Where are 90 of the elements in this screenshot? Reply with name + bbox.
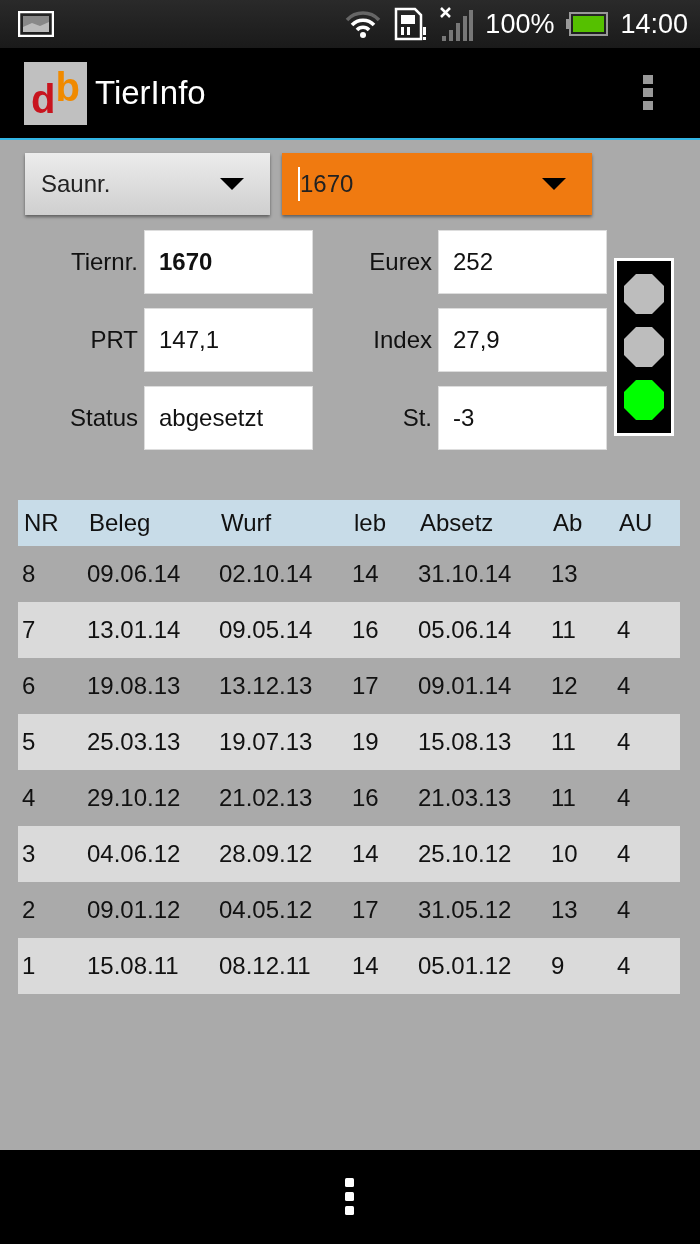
table-cell: 7 [18, 602, 83, 658]
table-cell: 13.12.13 [215, 658, 348, 714]
column-header: Absetz [414, 500, 547, 546]
sim-card-alert-icon [393, 7, 428, 41]
dropdown[interactable]: Saunr. [25, 153, 270, 215]
table-cell: 15.08.11 [83, 938, 215, 994]
table-cell: 8 [18, 546, 83, 602]
column-header: Beleg [83, 500, 215, 546]
table-cell: 02.10.14 [215, 546, 348, 602]
table-cell: 17 [348, 658, 414, 714]
table-cell: 19.07.13 [215, 714, 348, 770]
table-cell: 9 [547, 938, 613, 994]
table-cell: 4 [613, 770, 680, 826]
column-header: leb [348, 500, 414, 546]
table-cell: 09.05.14 [215, 602, 348, 658]
text-field[interactable]: 27,9 [438, 308, 607, 372]
table-cell: 16 [348, 602, 414, 658]
text-field[interactable]: -3 [438, 386, 607, 450]
battery-icon [566, 12, 609, 36]
table-cell: 14 [348, 546, 414, 602]
table-cell: 13.01.14 [83, 602, 215, 658]
table-cell: 21.03.13 [414, 770, 547, 826]
table-cell: 4 [613, 658, 680, 714]
field-label: St. [401, 404, 433, 432]
field-label: PRT [89, 326, 139, 354]
column-header: Wurf [215, 500, 348, 546]
app-title: TierInfo [95, 74, 206, 112]
table-cell: 05.06.14 [414, 602, 547, 658]
clock: 14:00 [620, 8, 688, 40]
field-label: Tiernr. [69, 248, 139, 276]
table-cell: 19.08.13 [83, 658, 215, 714]
dropdown[interactable]: 1670 [282, 153, 592, 215]
table-cell: 31.05.12 [414, 882, 547, 938]
text-field[interactable]: 252 [438, 230, 607, 294]
table-cell: 4 [613, 602, 680, 658]
table-cell: 12 [547, 658, 613, 714]
picture-notification-icon [18, 11, 54, 37]
table-cell: 09.01.12 [83, 882, 215, 938]
dropdown-arrow-icon [542, 178, 566, 190]
table-cell: 11 [547, 770, 613, 826]
field-label: Eurex [368, 248, 433, 276]
table-cell: 09.06.14 [83, 546, 215, 602]
table-cell: 29.10.12 [83, 770, 215, 826]
table-cell: 21.02.13 [215, 770, 348, 826]
text-field[interactable]: abgesetzt [144, 386, 313, 450]
field-label: Index [372, 326, 433, 354]
battery-percentage: 100% [485, 8, 555, 40]
overflow-menu-icon[interactable] [345, 1178, 355, 1216]
table-cell: 4 [613, 714, 680, 770]
table-cell: 13 [547, 882, 613, 938]
column-header: NR [18, 500, 83, 546]
text-field[interactable]: 1670 [144, 230, 313, 294]
table-cell: 15.08.13 [414, 714, 547, 770]
overflow-menu-icon[interactable] [642, 75, 654, 111]
table-cell: 2 [18, 882, 83, 938]
table-cell: 19 [348, 714, 414, 770]
table-cell: 14 [348, 938, 414, 994]
table-cell: 1 [18, 938, 83, 994]
table-cell: 08.12.11 [215, 938, 348, 994]
dropdown-arrow-icon [220, 178, 244, 190]
table-cell: 25.03.13 [83, 714, 215, 770]
table-cell: 17 [348, 882, 414, 938]
table-cell: 4 [613, 882, 680, 938]
table-cell: 04.06.12 [83, 826, 215, 882]
table-cell: 11 [547, 602, 613, 658]
table-cell: 6 [18, 658, 83, 714]
table-cell: 4 [18, 770, 83, 826]
column-header: Ab [547, 500, 613, 546]
table-cell: 11 [547, 714, 613, 770]
no-signal-icon [439, 6, 474, 42]
table-cell: 4 [613, 826, 680, 882]
table-cell: 31.10.14 [414, 546, 547, 602]
table-cell: 13 [547, 546, 613, 602]
table-cell: 04.05.12 [215, 882, 348, 938]
table-cell: 16 [348, 770, 414, 826]
table-cell: 3 [18, 826, 83, 882]
table-cell: 25.10.12 [414, 826, 547, 882]
text-field[interactable]: 147,1 [144, 308, 313, 372]
table-cell: 28.09.12 [215, 826, 348, 882]
app-logo: db [24, 61, 87, 125]
table-cell: 5 [18, 714, 83, 770]
field-label: Status [68, 404, 139, 432]
table-cell: 14 [348, 826, 414, 882]
wifi-icon [345, 10, 382, 38]
column-header: AU [613, 500, 680, 546]
table-cell: 4 [613, 938, 680, 994]
text-cursor [298, 167, 300, 201]
table-cell: 10 [547, 826, 613, 882]
table-cell: 05.01.12 [414, 938, 547, 994]
table-cell: 09.01.14 [414, 658, 547, 714]
